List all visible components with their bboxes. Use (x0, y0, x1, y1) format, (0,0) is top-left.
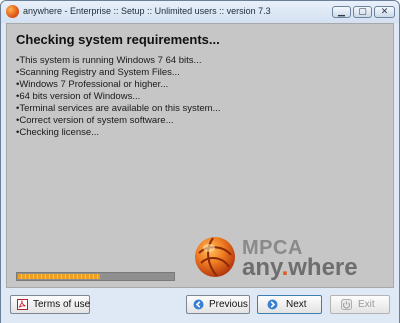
terms-label: Terms of use (33, 299, 91, 310)
content-panel: Checking system requirements... This sys… (6, 23, 394, 288)
logo-text-anywhere: any.where (242, 254, 358, 281)
next-button[interactable]: Next (257, 295, 322, 314)
list-item: Checking license... (16, 127, 221, 139)
progress-fill (18, 274, 100, 279)
button-bar: Terms of use Previous Next Exit (1, 289, 399, 323)
list-item: 64 bits version of Windows... (16, 91, 221, 103)
previous-label: Previous (209, 299, 248, 310)
page-title: Checking system requirements... (16, 32, 220, 47)
pdf-icon (17, 299, 28, 310)
requirements-list: This system is running Windows 7 64 bits… (16, 55, 221, 139)
previous-button[interactable]: Previous (186, 295, 250, 314)
minimize-button[interactable]: ▁ (332, 6, 351, 18)
list-item: Windows 7 Professional or higher... (16, 79, 221, 91)
close-button[interactable]: ✕ (374, 6, 395, 18)
exit-label: Exit (358, 299, 375, 310)
arrow-right-icon (267, 299, 278, 310)
list-item: Scanning Registry and System Files... (16, 67, 221, 79)
maximize-button[interactable]: ▢ (353, 6, 372, 18)
next-label: Next (286, 299, 307, 310)
mpca-logo-icon (195, 237, 235, 277)
terms-of-use-button[interactable]: Terms of use (10, 295, 90, 314)
arrow-left-icon (193, 299, 204, 310)
setup-window: anywhere - Enterprise :: Setup :: Unlimi… (0, 0, 400, 323)
window-title: anywhere - Enterprise :: Setup :: Unlimi… (23, 6, 271, 16)
exit-icon (341, 299, 352, 310)
list-item: This system is running Windows 7 64 bits… (16, 55, 221, 67)
list-item: Correct version of system software... (16, 115, 221, 127)
app-logo-icon (6, 5, 19, 18)
list-item: Terminal services are available on this … (16, 103, 220, 115)
exit-button[interactable]: Exit (330, 295, 390, 314)
title-bar[interactable]: anywhere - Enterprise :: Setup :: Unlimi… (1, 1, 399, 23)
progress-bar (16, 272, 175, 281)
